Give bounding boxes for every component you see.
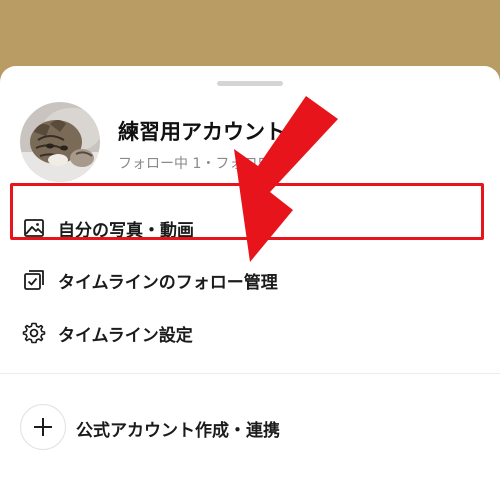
avatar[interactable] [20,102,100,182]
gear-icon [22,322,46,344]
follow-manage-icon [24,270,44,290]
menu-item-label: タイムライン設定 [58,325,193,346]
create-account-label: 公式アカウント作成・連携 [76,421,280,441]
drag-handle[interactable] [217,81,283,86]
background-band [0,0,500,70]
follow-stats[interactable]: フォロー中 1・フォロワー [118,153,293,173]
bottom-sheet: 練習用アカウント フォロー中 1・フォロワー 自分の写真・動画 タイムラインのフ… [0,66,500,496]
menu-item-timeline-settings[interactable]: タイムライン設定 [0,313,500,353]
menu-item-timeline-follow-management[interactable]: タイムラインのフォロー管理 [0,260,500,300]
menu-item-label: タイムラインのフォロー管理 [58,272,278,293]
account-name: 練習用アカウント [118,120,286,144]
cat-photo [20,102,100,182]
plus-icon [34,418,52,436]
highlight-box [10,183,484,240]
divider [0,373,500,374]
plus-icon-circle [20,404,66,450]
create-official-account-button[interactable]: 公式アカウント作成・連携 [0,404,500,452]
